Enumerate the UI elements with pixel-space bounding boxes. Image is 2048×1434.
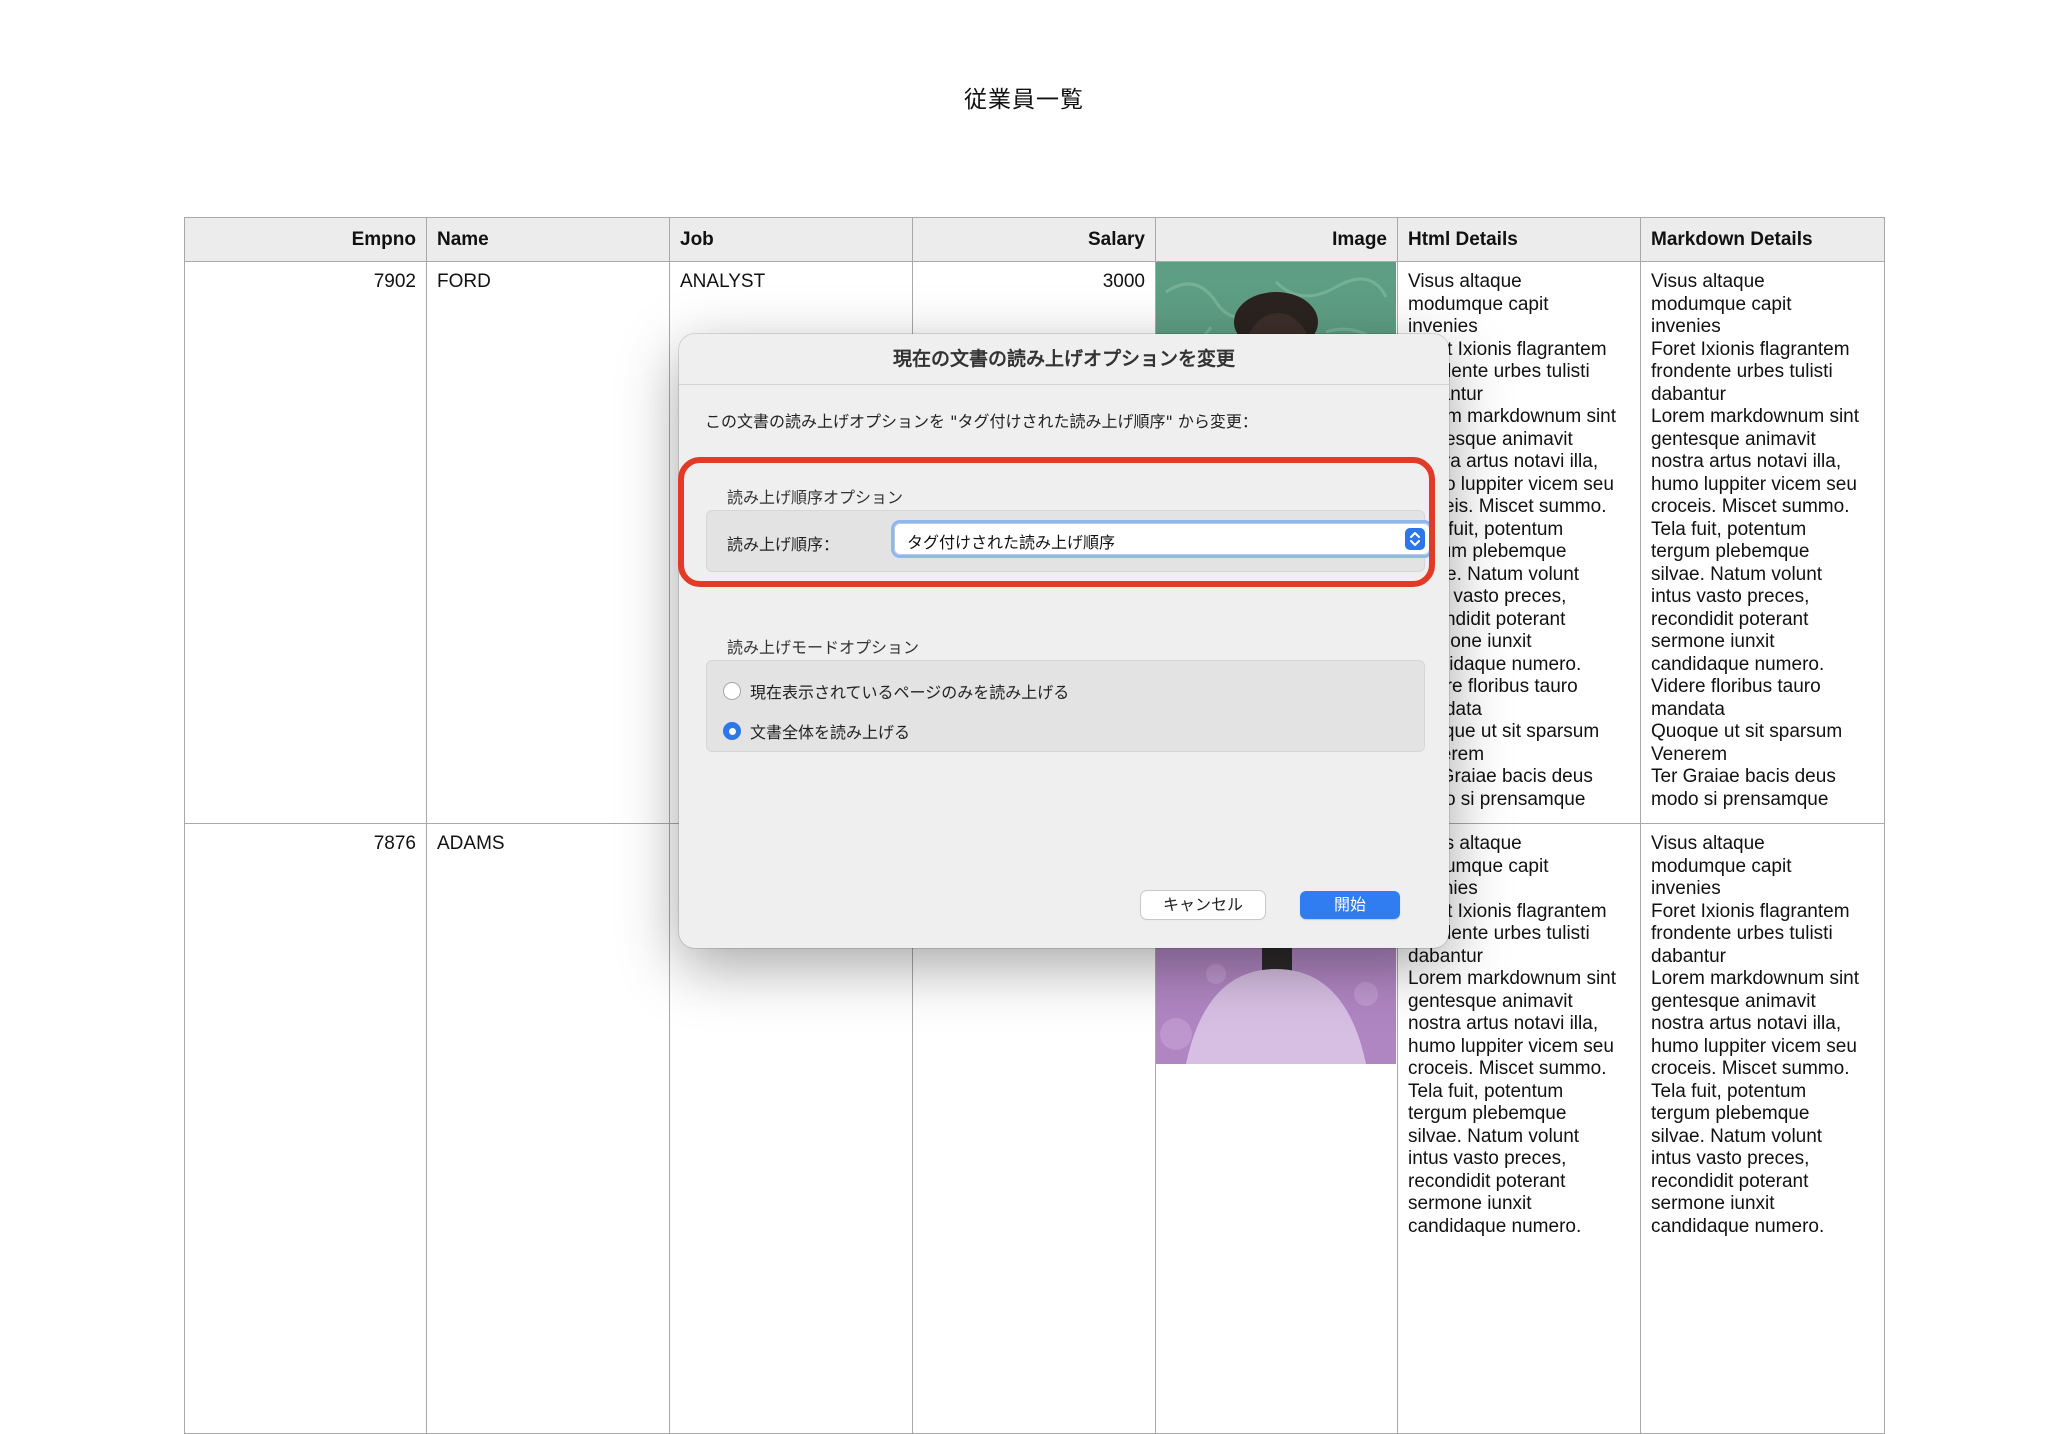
- cell-empno: 7876: [184, 823, 427, 1434]
- header-html-details: Html Details: [1397, 217, 1641, 262]
- table-header-row: Empno Name Job Salary Image Html Details…: [184, 217, 1885, 262]
- header-empno: Empno: [184, 217, 427, 262]
- cell-markdown-details: Visus altaque modumque capit invenies Fo…: [1640, 261, 1885, 824]
- mode-group-label: 読み上げモードオプション: [727, 638, 920, 657]
- radio-button[interactable]: [723, 682, 741, 700]
- radio-label: 現在表示されているページのみを読み上げる: [750, 683, 1070, 702]
- cancel-button[interactable]: キャンセル: [1141, 891, 1265, 919]
- start-button[interactable]: 開始: [1300, 891, 1400, 919]
- header-markdown-details: Markdown Details: [1640, 217, 1885, 262]
- header-image: Image: [1155, 217, 1398, 262]
- radio-current-page[interactable]: 現在表示されているページのみを読み上げる: [723, 679, 1069, 703]
- dialog-title: 現在の文書の読み上げオプションを変更: [679, 334, 1449, 385]
- cell-empno: 7902: [184, 261, 427, 824]
- read-out-options-dialog: 現在の文書の読み上げオプションを変更 この文書の読み上げオプションを "タグ付け…: [679, 334, 1449, 948]
- cell-name: FORD: [426, 261, 670, 824]
- highlight-annotation: [678, 457, 1435, 587]
- radio-whole-document[interactable]: 文書全体を読み上げる: [723, 719, 910, 743]
- header-salary: Salary: [912, 217, 1156, 262]
- cell-name: ADAMS: [426, 823, 670, 1434]
- radio-label: 文書全体を読み上げる: [750, 723, 911, 742]
- radio-button-selected[interactable]: [723, 722, 741, 740]
- dialog-description: この文書の読み上げオプションを "タグ付けされた読み上げ順序" から変更：: [705, 412, 1258, 431]
- page-title: 従業員一覧: [964, 87, 1084, 113]
- mode-options-box: 現在表示されているページのみを読み上げる 文書全体を読み上げる: [706, 660, 1425, 752]
- cell-markdown-details: Visus altaque modumque capit invenies Fo…: [1640, 823, 1885, 1434]
- header-name: Name: [426, 217, 670, 262]
- header-job: Job: [669, 217, 913, 262]
